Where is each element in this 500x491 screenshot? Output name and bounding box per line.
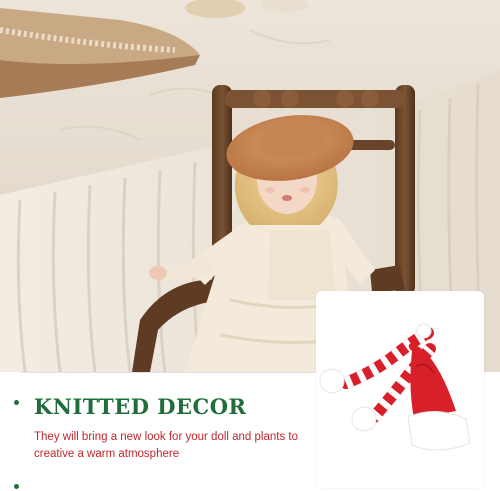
banner-dot-icon <box>14 400 19 405</box>
banner-description: They will bring a new look for your doll… <box>34 431 299 460</box>
banner-dot-icon <box>14 484 19 489</box>
banner-divider <box>20 372 316 373</box>
santa-hat <box>407 343 471 451</box>
banner-headline: KNITTED DECOR <box>34 394 247 419</box>
product-inset-card <box>316 291 484 488</box>
product-image <box>319 323 471 451</box>
